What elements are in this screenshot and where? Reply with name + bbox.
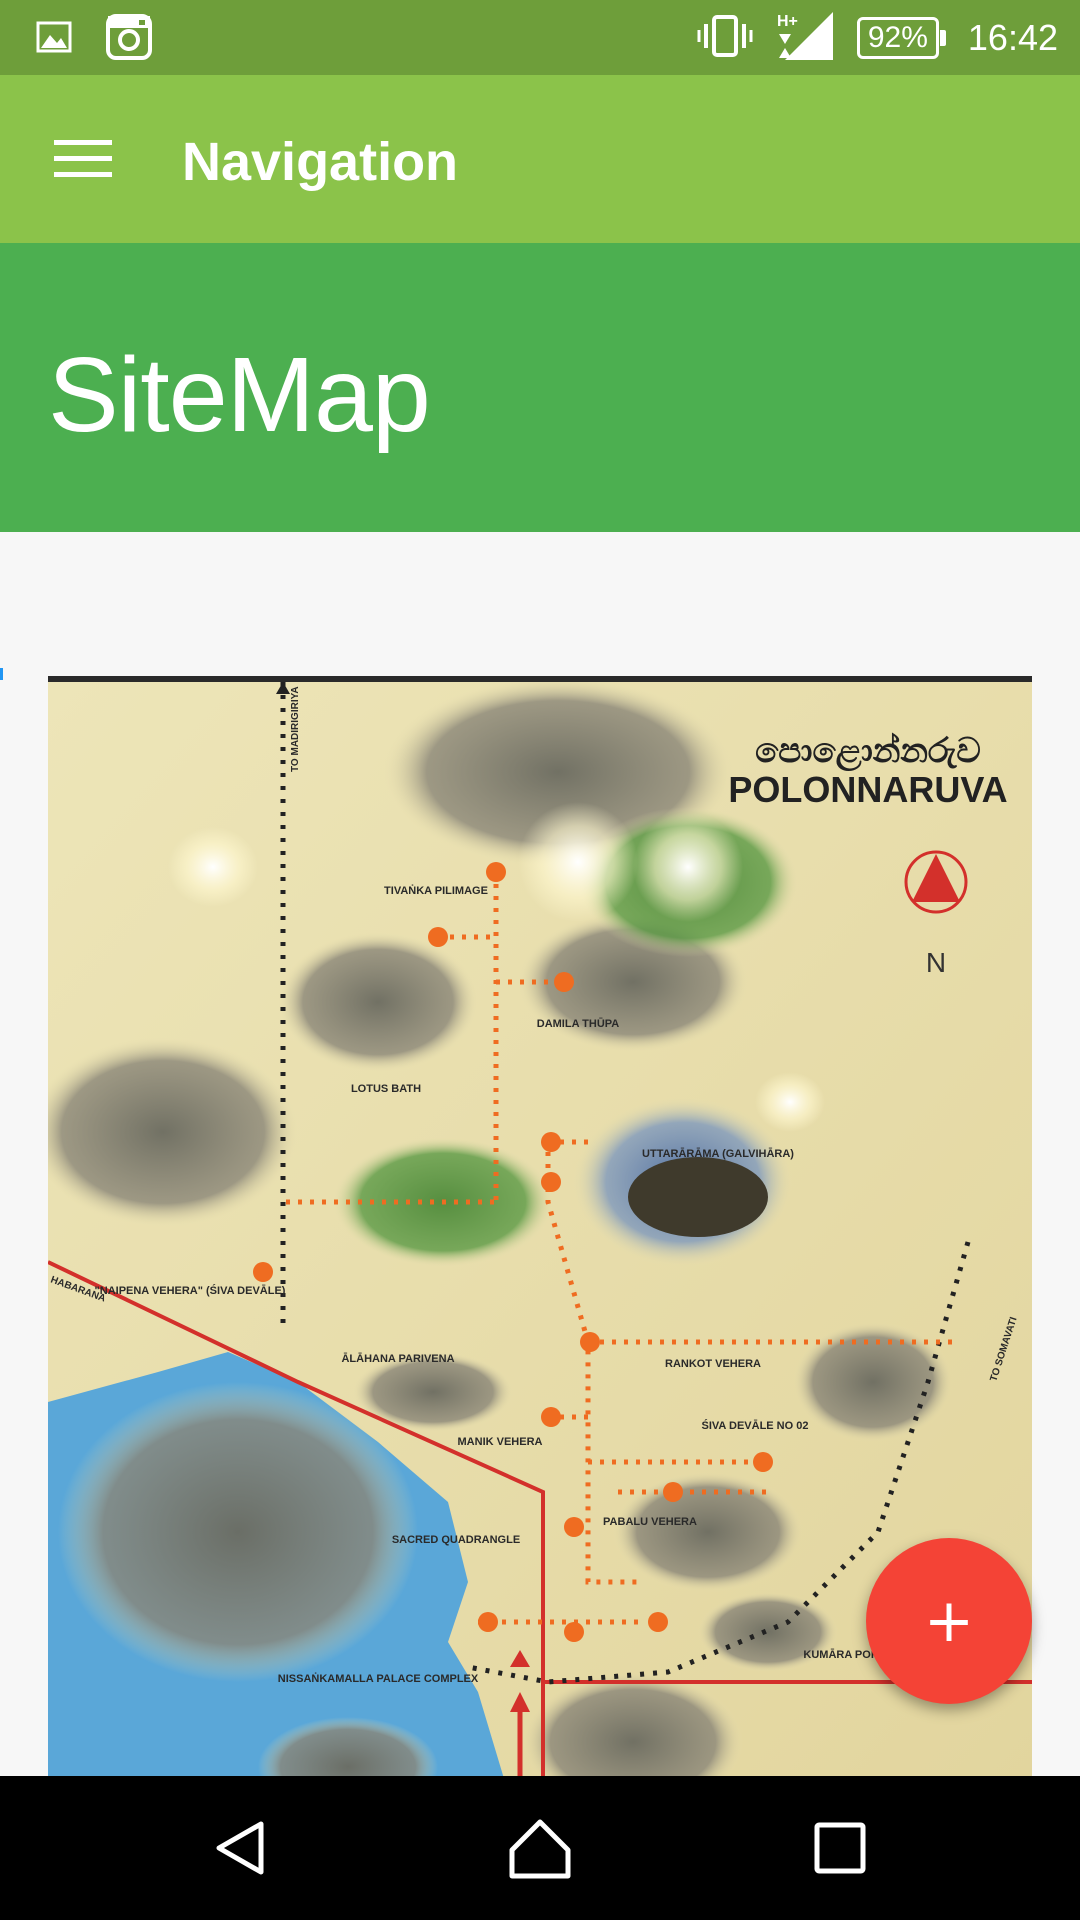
status-clock: 16:42 xyxy=(967,17,1058,58)
map-label: RANKOT VEHERA xyxy=(665,1358,761,1370)
status-bar: H+ 92% 16:42 xyxy=(0,0,1080,75)
page-header: SiteMap xyxy=(0,243,1080,532)
app-bar-title: Navigation xyxy=(182,132,459,192)
north-label: N xyxy=(926,947,946,978)
map-label: ŚIVA DEVĀLE NO 02 xyxy=(702,1419,809,1432)
map-title-english: POLONNARUVA xyxy=(728,769,1007,810)
svg-text:H+: H+ xyxy=(777,13,798,30)
map-label: ĀLĀHANA PARIVENA xyxy=(341,1353,454,1365)
map-label: PABALU VEHERA xyxy=(603,1516,697,1528)
map-label: SACRED QUADRANGLE xyxy=(392,1534,520,1546)
battery-icon: 92% xyxy=(856,17,946,59)
plus-icon: + xyxy=(923,1586,975,1656)
home-icon[interactable] xyxy=(500,1808,580,1888)
page-title: SiteMap xyxy=(48,336,431,454)
system-nav-bar xyxy=(0,1776,1080,1920)
instagram-icon xyxy=(106,14,152,65)
battery-percent: 92% xyxy=(856,17,939,59)
map-title-sinhala: පොළොන්නරුව xyxy=(755,731,981,772)
signal-icon: H+ xyxy=(775,10,835,67)
scroll-indicator xyxy=(0,668,3,680)
hamburger-menu-icon[interactable] xyxy=(40,123,126,195)
map-label: NISSAṄKAMALLA PALACE COMPLEX xyxy=(278,1672,479,1685)
app-bar: Navigation xyxy=(0,75,1080,243)
vibrate-icon xyxy=(697,14,753,63)
map-road-label: TO MADIRIGIRIYA xyxy=(290,686,301,772)
map-label: UTTARĀRĀMA (GALVIHĀRA) xyxy=(642,1148,794,1160)
map-label: MANIK VEHERA xyxy=(458,1436,543,1448)
gallery-icon xyxy=(36,21,72,58)
map-label: LOTUS BATH xyxy=(351,1083,421,1095)
back-icon[interactable] xyxy=(201,1808,281,1888)
add-fab-button[interactable]: + xyxy=(866,1538,1032,1704)
recents-icon[interactable] xyxy=(800,1808,880,1888)
map-label: DAMILA THŪPA xyxy=(537,1018,620,1030)
map-label: "NAIPENA VEHERA" (ŚIVA DEVĀLE) xyxy=(95,1284,286,1297)
map-label: TIVAṄKA PILIMAGE xyxy=(384,884,488,897)
